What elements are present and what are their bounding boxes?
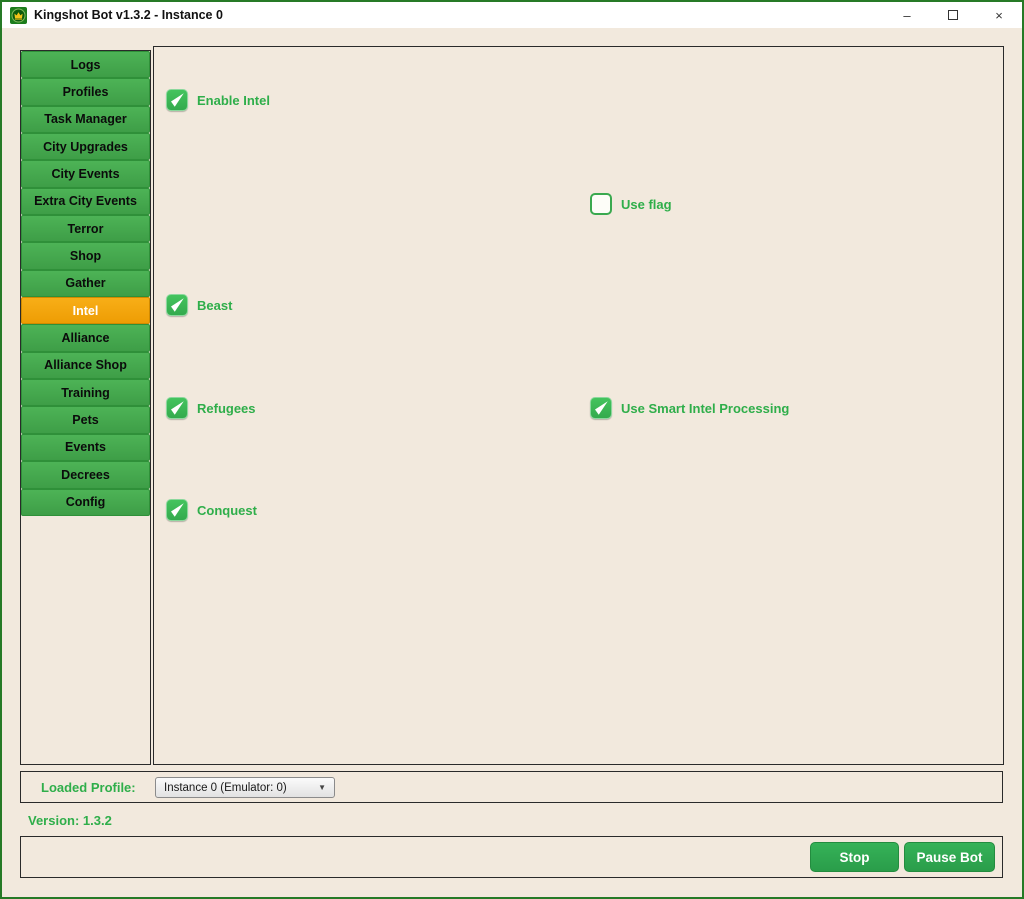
beast-label: Beast: [197, 297, 233, 313]
app-window: Kingshot Bot v1.3.2 - Instance 0 – × Log…: [0, 0, 1024, 899]
smart-intel-label: Use Smart Intel Processing: [621, 400, 790, 416]
checkmark-icon: [595, 401, 608, 415]
sidebar-list: Logs Profiles Task Manager City Upgrades Cit…: [21, 51, 150, 516]
checkbox-row-smart-intel: Use Smart Intel Processing: [590, 397, 789, 419]
loaded-profile-bar: Loaded Profile: Instance 0 (Emulator: 0)…: [20, 771, 1003, 803]
app-crown-icon: [10, 6, 27, 24]
intel-settings-panel: Enable Intel Use flag Beast Refugees Use…: [153, 46, 1004, 765]
checkmark-icon: [171, 401, 184, 415]
sidebar-item-city-upgrades[interactable]: City Upgrades: [21, 133, 150, 161]
sidebar-item-config[interactable]: Config: [21, 488, 150, 516]
close-button[interactable]: ×: [976, 2, 1022, 28]
use-flag-label: Use flag: [621, 196, 672, 212]
checkmark-icon: [171, 503, 184, 517]
maximize-button[interactable]: [930, 2, 976, 28]
profile-dropdown-value: Instance 0 (Emulator: 0): [164, 781, 287, 794]
checkbox-row-beast: Beast: [166, 294, 232, 316]
content-area: Logs Profiles Task Manager City Upgrades Cit…: [2, 28, 1022, 897]
checkbox-row-conquest: Conquest: [166, 499, 257, 521]
minimize-button[interactable]: –: [884, 2, 930, 28]
refugees-checkbox[interactable]: [166, 397, 188, 419]
title-bar: Kingshot Bot v1.3.2 - Instance 0 – ×: [2, 2, 1022, 28]
conquest-checkbox[interactable]: [166, 499, 188, 521]
checkbox-row-enable-intel: Enable Intel: [166, 89, 270, 111]
conquest-label: Conquest: [197, 502, 257, 518]
window-title: Kingshot Bot v1.3.2 - Instance 0: [34, 8, 223, 22]
sidebar-item-terror[interactable]: Terror: [21, 215, 150, 243]
checkmark-icon: [171, 93, 184, 107]
sidebar-item-intel[interactable]: Intel: [21, 297, 150, 325]
sidebar-item-logs[interactable]: Logs: [21, 51, 150, 79]
version-label: Version: 1.3.2: [28, 813, 112, 828]
sidebar-item-alliance-shop[interactable]: Alliance Shop: [21, 351, 150, 380]
stop-button[interactable]: Stop: [810, 842, 899, 872]
sidebar-item-pets[interactable]: Pets: [21, 406, 150, 434]
smart-intel-checkbox[interactable]: [590, 397, 612, 419]
beast-checkbox[interactable]: [166, 294, 188, 316]
checkbox-row-use-flag: Use flag: [590, 193, 672, 215]
enable-intel-label: Enable Intel: [197, 92, 270, 108]
refugees-label: Refugees: [197, 400, 256, 416]
sidebar-item-gather[interactable]: Gather: [21, 269, 150, 298]
sidebar-item-alliance[interactable]: Alliance: [21, 324, 150, 352]
use-flag-checkbox[interactable]: [590, 193, 612, 215]
checkbox-row-refugees: Refugees: [166, 397, 256, 419]
sidebar-item-extra-city-events[interactable]: Extra City Events: [21, 187, 150, 216]
sidebar-item-decrees[interactable]: Decrees: [21, 461, 150, 489]
sidebar-item-city-events[interactable]: City Events: [21, 160, 150, 188]
pause-bot-button[interactable]: Pause Bot: [904, 842, 995, 872]
profile-dropdown[interactable]: Instance 0 (Emulator: 0) ▼: [155, 777, 335, 798]
maximize-icon: [948, 10, 958, 20]
chevron-down-icon: ▼: [318, 783, 326, 792]
sidebar-item-shop[interactable]: Shop: [21, 242, 150, 270]
sidebar-item-events[interactable]: Events: [21, 433, 150, 462]
checkmark-icon: [171, 298, 184, 312]
window-controls: – ×: [884, 2, 1022, 28]
sidebar-item-training[interactable]: Training: [21, 379, 150, 407]
sidebar-item-profiles[interactable]: Profiles: [21, 78, 150, 106]
loaded-profile-label: Loaded Profile:: [41, 779, 136, 795]
enable-intel-checkbox[interactable]: [166, 89, 188, 111]
sidebar-item-task-manager[interactable]: Task Manager: [21, 105, 150, 134]
sidebar: Logs Profiles Task Manager City Upgrades Cit…: [20, 50, 151, 765]
bot-actions-bar: Stop Pause Bot: [20, 836, 1003, 878]
